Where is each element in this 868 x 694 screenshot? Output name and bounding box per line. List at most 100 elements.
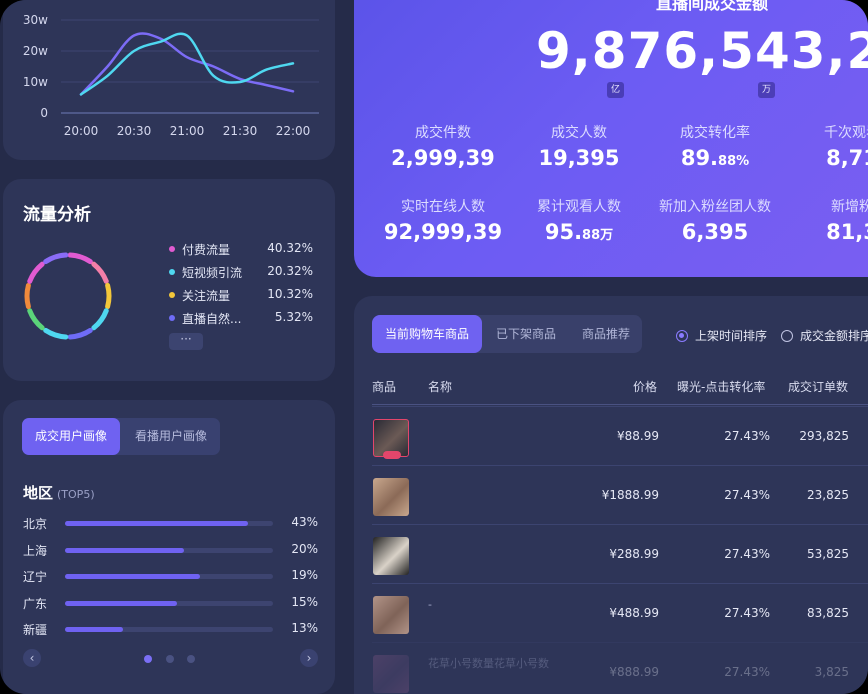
hero-stat-number: 19,395 [538,146,620,170]
y-tick-label: 20w [23,44,48,58]
traffic-legend-item: 付费流量 40.32% [169,241,319,259]
product-name[interactable]: - [428,598,578,611]
hero-stat-label: 千次观看 [824,125,868,141]
hero-stat-unit: 88万 [582,228,614,243]
region-bar-track [65,547,273,553]
col-header-orders: 成交订单数 [788,380,849,394]
region-title-text: 地区 [23,484,54,502]
hero-stat-label: 实时在线人数 [401,199,485,215]
prev-page-button[interactable]: ‹ [23,649,41,667]
region-bar-track [65,574,273,579]
pager-dot-2[interactable] [166,655,174,663]
sort-by-amount-option[interactable]: 成交金额排序 [781,327,868,344]
region-bar-fill [65,627,124,632]
tab-viewer-portrait[interactable]: 看播用户画像 [122,418,220,455]
region-row: 辽宁 19% [23,568,323,584]
hero-stat: 千次观看 8,71 [782,122,868,170]
y-tick-label: 0 [40,106,48,120]
product-row[interactable]: ¥88.99 27.43% 293,825 [372,406,868,465]
hero-stat-label: 新加入粉丝团人数 [659,199,771,215]
product-thumbnail[interactable] [373,537,409,575]
hero-stat-unit: 88% [718,154,750,169]
donut-segment [24,282,31,310]
product-thumbnail[interactable] [373,478,409,516]
hero-stat: 新加入粉丝团人数 6,395 [645,196,785,244]
portrait-tab-group: 成交用户画像 看播用户画像 [22,418,220,455]
product-price: ¥488.99 [609,606,659,620]
product-price: ¥88.99 [617,429,659,443]
region-row: 广东 15% [23,595,323,611]
hero-stat-number: 81,3 [826,220,868,244]
product-row[interactable]: ¥288.99 27.43% 53,825 [372,524,868,583]
hero-stat-label: 累计观看人数 [537,199,621,215]
legend-name: 短视频引流 [182,266,243,280]
region-row: 北京 43% [23,515,323,531]
col-header-price: 价格 [633,380,658,394]
product-name[interactable]: 花草小号数量花草小号数 [428,657,578,670]
traffic-analysis-card: 流量分析 ··· 付费流量 40.32% 短视频引流 20.32% 关注流量 10.32%… [3,179,335,381]
traffic-title: 流量分析 [23,205,91,225]
unit-wan-tag: 万 [758,82,775,98]
radio-checked-icon [676,330,688,342]
product-thumbnail[interactable] [373,596,409,634]
product-price: ¥288.99 [609,547,659,561]
col-header-name: 名称 [428,380,453,394]
product-ctr: 27.43% [724,547,770,561]
region-row: 新疆 13% [23,621,323,637]
region-percent: 13% [291,621,318,635]
product-price: ¥888.99 [609,665,659,679]
region-name: 辽宁 [23,570,48,584]
col-header-ctr: 曝光-点击转化率 [677,380,766,394]
legend-dot-icon [169,269,175,275]
hero-stat-label: 成交转化率 [680,125,750,141]
gmv-hero-card: 直播间成交金额 9,876,543,21 亿 万 成交件数 2,999,39 成交人… [354,0,868,277]
hero-stat-number: 92,999,39 [383,220,503,244]
hero-stat: 成交件数 2,999,39 [373,122,513,170]
region-percent: 19% [291,568,318,582]
product-ctr: 27.43% [724,429,770,443]
product-thumbnail[interactable] [373,419,409,459]
tab-removed-products[interactable]: 已下架商品 [484,315,568,353]
region-bar-fill [65,574,201,579]
next-page-button[interactable]: › [300,649,318,667]
new-badge [383,451,401,459]
region-name: 广东 [23,596,48,611]
pager-dot-1[interactable] [144,655,152,663]
region-percent: 20% [291,541,318,556]
y-tick-label: 30w [23,13,48,27]
donut-segment [67,327,93,340]
product-row[interactable]: 花草小号数量花草小号数 ¥888.99 27.43% 3,825 [372,642,868,694]
x-tick-label: 22:00 [276,124,311,138]
hero-stat-label: 成交人数 [551,125,607,141]
legend-dot-icon [169,315,175,321]
region-row: 上海 20% [23,542,323,558]
tab-recommended-products[interactable]: 商品推荐 [570,315,642,353]
donut-segment [91,308,109,331]
legend-percent: 5.32% [274,310,313,324]
hero-stat-number: 6,395 [681,220,749,244]
x-tick-label: 20:30 [117,124,152,138]
donut-segment [91,261,109,284]
hero-stat-value: 95.88万 [509,220,649,244]
product-row[interactable]: - ¥488.99 27.43% 83,825 [372,583,868,642]
tab-buyer-portrait[interactable]: 成交用户画像 [22,418,120,455]
product-thumbnail[interactable] [373,655,409,693]
traffic-donut-chart [24,252,112,340]
hero-stat-value: 2,999,39 [373,146,513,170]
product-row[interactable]: ¥1888.99 27.43% 23,825 [372,465,868,524]
product-orders: 53,825 [807,547,849,561]
trend-chart-card: 30w 20w 10w 0 20:00 20:30 21:00 21:30 22:00 [3,0,335,160]
more-button[interactable]: ··· [169,333,203,350]
gmv-title: 直播间成交金额 [656,0,769,13]
tab-current-products[interactable]: 当前购物车商品 [372,315,482,353]
traffic-legend-item: 直播自然... 5.32% [169,310,319,328]
legend-dot-icon [169,246,175,252]
hero-stat-number: 95. [544,220,583,244]
hero-stat: 成交转化率 89.88% [645,122,785,170]
donut-segment [43,252,69,265]
donut-segment [27,261,45,284]
region-percent: 15% [291,594,318,609]
hero-stat-number: 89. [680,146,719,170]
sort-by-time-option[interactable]: 上架时间排序 [676,327,767,344]
pager-dot-3[interactable] [187,655,195,663]
